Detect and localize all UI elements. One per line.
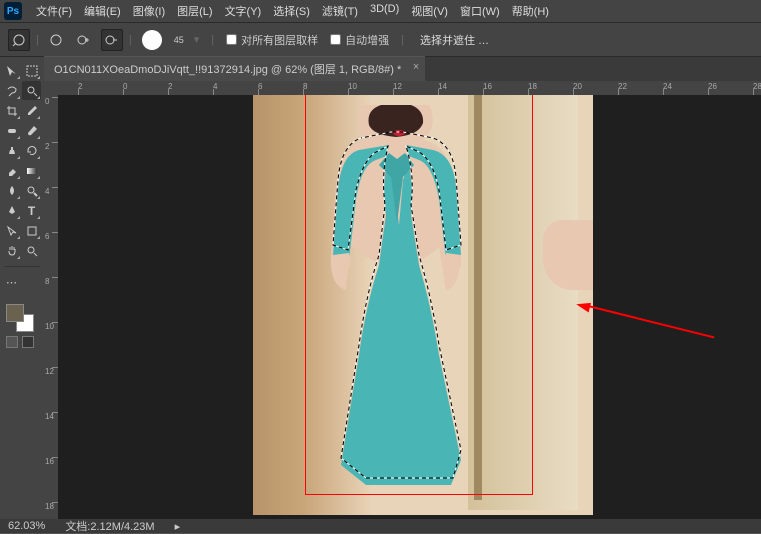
brush-dot-icon xyxy=(142,30,162,50)
menu-item[interactable]: 3D(D) xyxy=(364,0,405,22)
menu-items: 文件(F)编辑(E)图像(I)图层(L)文字(Y)选择(S)滤镜(T)3D(D)… xyxy=(30,0,555,22)
menu-item[interactable]: 窗口(W) xyxy=(454,0,506,22)
marquee-tool[interactable] xyxy=(22,61,41,80)
new-selection-icon[interactable] xyxy=(45,29,67,51)
brush-preview[interactable] xyxy=(142,30,164,50)
document-size[interactable]: 文档:2.12M/4.23M xyxy=(65,518,154,534)
hand-tool[interactable] xyxy=(2,241,21,260)
menu-item[interactable]: 文字(Y) xyxy=(219,0,268,22)
menu-item[interactable]: 图层(L) xyxy=(171,0,218,22)
canvas[interactable] xyxy=(58,95,761,519)
annotation-rectangle xyxy=(305,95,533,495)
sample-all-layers-checkbox[interactable]: 对所有图层取样 xyxy=(226,32,318,48)
edit-toolbar[interactable]: ⋯ xyxy=(2,273,21,292)
eyedropper-tool[interactable] xyxy=(22,101,41,120)
quick-mask-toggle[interactable] xyxy=(2,336,42,348)
blur-tool[interactable] xyxy=(2,181,21,200)
arm-region xyxy=(543,220,593,290)
menu-item[interactable]: 帮助(H) xyxy=(506,0,555,22)
menu-item[interactable]: 滤镜(T) xyxy=(316,0,364,22)
shape-tool[interactable] xyxy=(22,221,41,240)
menu-bar: Ps 文件(F)编辑(E)图像(I)图层(L)文字(Y)选择(S)滤镜(T)3D… xyxy=(0,0,761,23)
zoom-level[interactable]: 62.03% xyxy=(8,520,45,532)
workspace: 20246810121416182022242628 0246810121416… xyxy=(44,81,761,519)
eraser-tool[interactable] xyxy=(2,161,21,180)
healing-brush-tool[interactable] xyxy=(2,121,21,140)
foreground-color[interactable] xyxy=(6,304,24,322)
annotation-arrow xyxy=(588,305,715,338)
menu-item[interactable]: 图像(I) xyxy=(127,0,171,22)
pen-tool[interactable] xyxy=(2,201,21,220)
brush-size-label: 45 xyxy=(174,35,184,45)
gradient-tool[interactable] xyxy=(22,161,41,180)
type-tool[interactable]: T xyxy=(22,201,41,220)
color-swatches[interactable] xyxy=(2,302,42,332)
status-bar: 62.03% 文档:2.12M/4.23M ▸ xyxy=(0,519,761,533)
document-tab-bar: O1CN011XOeaDmoDJiVqtt_!!91372914.jpg @ 6… xyxy=(0,57,761,81)
history-brush-tool[interactable] xyxy=(22,141,41,160)
menu-item[interactable]: 选择(S) xyxy=(267,0,316,22)
close-icon[interactable]: × xyxy=(413,61,419,73)
subtract-selection-icon[interactable] xyxy=(101,29,123,51)
document-tab[interactable]: O1CN011XOeaDmoDJiVqtt_!!91372914.jpg @ 6… xyxy=(44,56,425,81)
crop-tool[interactable] xyxy=(2,101,21,120)
status-chevron-icon[interactable]: ▸ xyxy=(175,520,181,533)
menu-item[interactable]: 编辑(E) xyxy=(78,0,127,22)
zoom-tool[interactable] xyxy=(22,241,41,260)
lasso-tool[interactable] xyxy=(2,81,21,100)
menu-item[interactable]: 文件(F) xyxy=(30,0,78,22)
options-bar: | | 45 ▾ | 对所有图层取样 自动增强 | 选择并遮住 … xyxy=(0,23,761,57)
menu-item[interactable]: 视图(V) xyxy=(405,0,454,22)
path-selection-tool[interactable] xyxy=(2,221,21,240)
tool-preset-icon[interactable] xyxy=(8,29,30,51)
add-selection-icon[interactable] xyxy=(73,29,95,51)
brush-tool[interactable] xyxy=(22,121,41,140)
select-and-mask-button[interactable]: 选择并遮住 … xyxy=(420,32,489,48)
move-tool[interactable] xyxy=(2,61,21,80)
dodge-tool[interactable] xyxy=(22,181,41,200)
clone-stamp-tool[interactable] xyxy=(2,141,21,160)
app-logo: Ps xyxy=(4,2,22,20)
auto-enhance-checkbox[interactable]: 自动增强 xyxy=(330,32,389,48)
quick-selection-tool[interactable] xyxy=(22,81,41,100)
tools-panel: T ⋯ xyxy=(0,57,44,519)
horizontal-ruler: 20246810121416182022242628 xyxy=(58,81,761,95)
tab-title: O1CN011XOeaDmoDJiVqtt_!!91372914.jpg @ 6… xyxy=(54,64,401,76)
vertical-ruler: 024681012141618 xyxy=(44,81,58,519)
